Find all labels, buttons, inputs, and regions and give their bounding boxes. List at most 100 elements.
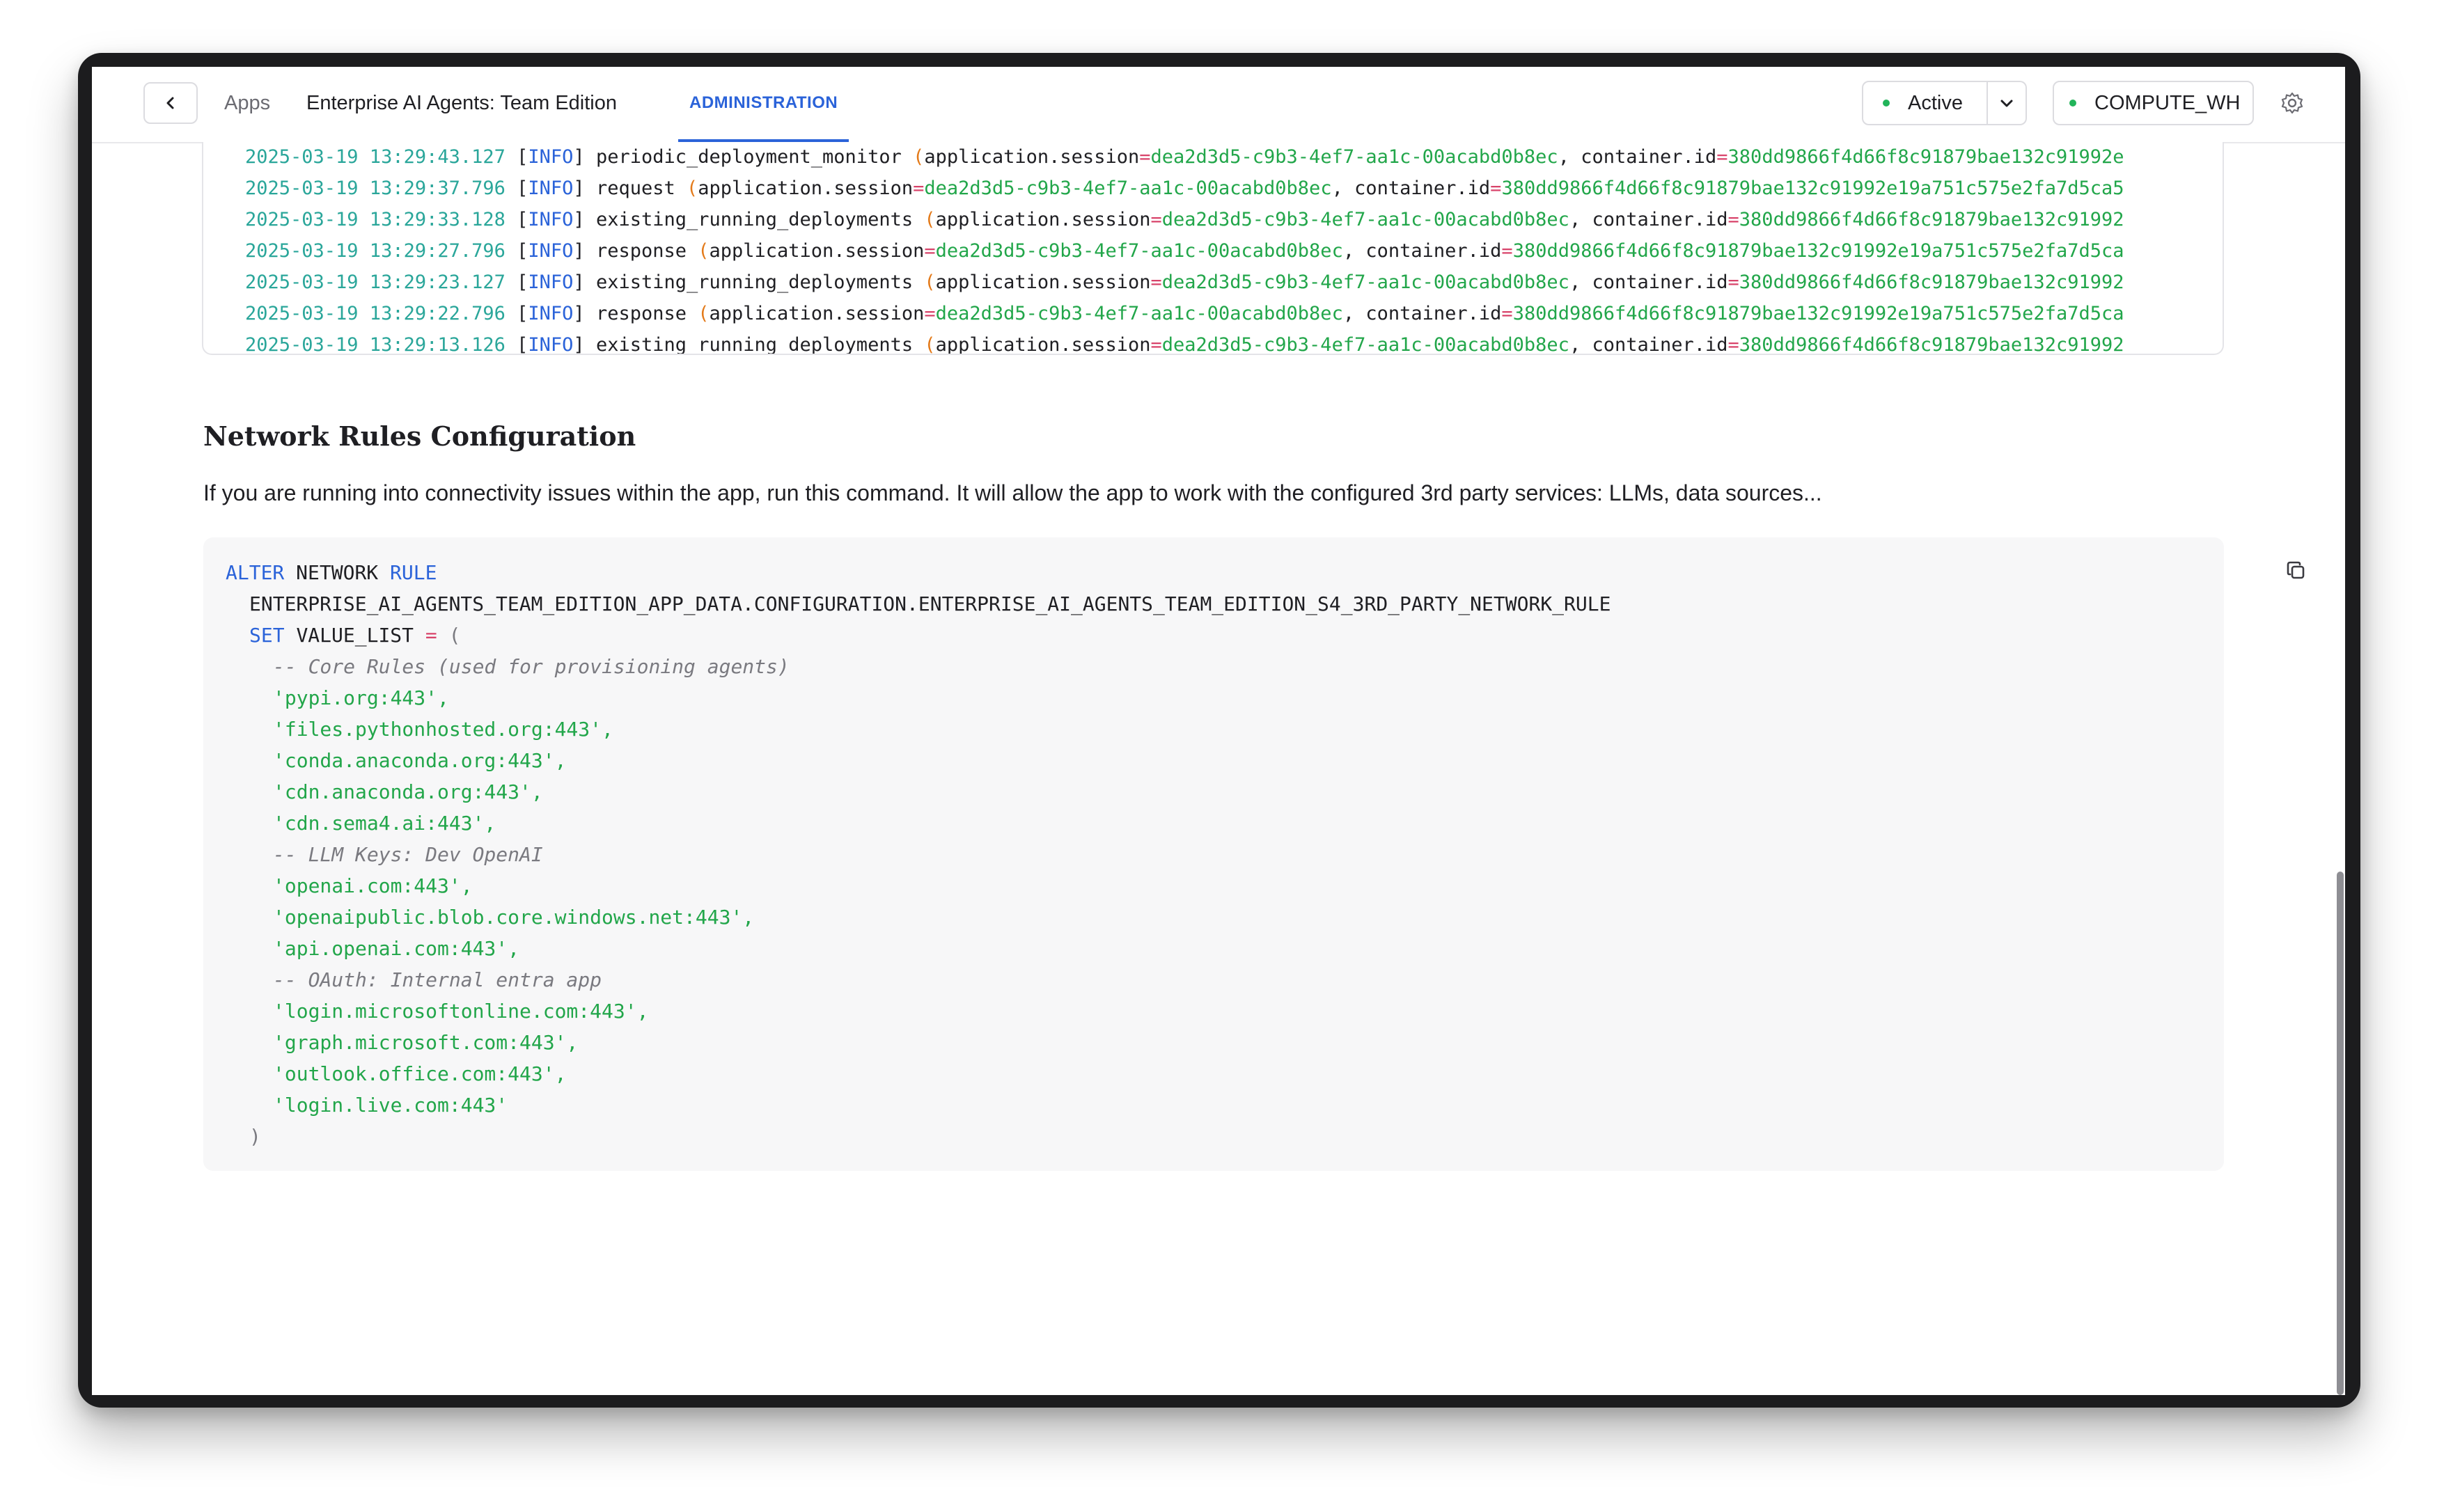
log-key: application.session: [710, 240, 925, 262]
log-session-id: dea2d3d5-c9b3-4ef7-aa1c-00acabd0b8ec: [936, 303, 1343, 324]
log-event: existing_running_deployments: [596, 209, 913, 230]
scrollbar-thumb[interactable]: [2337, 872, 2344, 1395]
log-panel[interactable]: 2025-03-19 13:29:43.127 [INFO] periodic_…: [202, 142, 2224, 355]
log-level: INFO: [528, 240, 573, 262]
log-container-id: 380dd9866f4d66f8c91879bae132c91992: [1739, 271, 2124, 293]
status-button[interactable]: Active: [1862, 81, 1988, 125]
log-line: 2025-03-19 13:29:23.127 [INFO] existing_…: [245, 267, 2124, 298]
log-punct: =: [1728, 271, 1739, 293]
log-event: existing_running_deployments: [596, 271, 913, 293]
log-punct: [: [506, 146, 528, 168]
log-level: INFO: [528, 271, 573, 293]
log-session-id: dea2d3d5-c9b3-4ef7-aa1c-00acabd0b8ec: [1162, 334, 1569, 355]
breadcrumb-apps[interactable]: Apps: [224, 92, 270, 115]
log-key: application.session: [710, 303, 925, 324]
log-event: response: [596, 240, 687, 262]
log-punct: ,: [1569, 271, 1592, 293]
warehouse-status-dot: [2069, 100, 2076, 107]
log-punct: [: [506, 271, 528, 293]
log-punct: (: [675, 178, 698, 199]
tab-administration[interactable]: ADMINISTRATION: [678, 67, 849, 142]
log-session-id: dea2d3d5-c9b3-4ef7-aa1c-00acabd0b8ec: [924, 178, 1331, 199]
rule-entry: 'pypi.org:443',: [273, 682, 449, 714]
comment-oauth: -- OAuth: Internal entra app: [273, 964, 602, 995]
status-dropdown-button[interactable]: [1988, 81, 2027, 125]
value-list-ident: VALUE_LIST: [296, 624, 414, 647]
log-punct: ,: [1343, 240, 1366, 262]
log-timestamp: 2025-03-19 13:29:27.796: [245, 240, 506, 262]
log-punct: =: [1150, 334, 1161, 355]
log-key: application.session: [936, 271, 1151, 293]
log-line: 2025-03-19 13:29:27.796 [INFO] response …: [245, 236, 2124, 267]
log-punct: =: [1150, 271, 1161, 293]
log-punct: ]: [573, 178, 596, 199]
log-level: INFO: [528, 209, 573, 230]
copy-icon[interactable]: [2284, 558, 2309, 583]
comment-llm-keys: -- LLM Keys: Dev OpenAI: [273, 839, 543, 870]
log-punct: ,: [1569, 334, 1592, 355]
log-session-id: dea2d3d5-c9b3-4ef7-aa1c-00acabd0b8ec: [1162, 209, 1569, 230]
log-key: container.id: [1354, 178, 1490, 199]
log-key: application.session: [936, 334, 1151, 355]
log-punct: =: [1150, 209, 1161, 230]
back-button[interactable]: [143, 82, 198, 124]
rule-entry: 'cdn.anaconda.org:443',: [273, 776, 543, 808]
log-punct: (: [913, 334, 936, 355]
rule-entry: 'openai.com:443',: [273, 870, 473, 901]
rule-entry: 'openaipublic.blob.core.windows.net:443'…: [273, 901, 754, 933]
keyword-alter: ALTER: [226, 561, 284, 584]
log-punct: ]: [573, 209, 596, 230]
log-punct: (: [687, 303, 710, 324]
log-key: application.session: [924, 146, 1139, 168]
log-punct: ]: [573, 334, 596, 355]
log-punct: ]: [573, 303, 596, 324]
log-container-id: 380dd9866f4d66f8c91879bae132c91992: [1739, 334, 2124, 355]
log-line: 2025-03-19 13:29:13.126 [INFO] existing_…: [245, 330, 2124, 355]
status-label: Active: [1908, 92, 1963, 115]
status-control: Active: [1862, 81, 2027, 125]
log-punct: ,: [1332, 178, 1355, 199]
section-description: If you are running into connectivity iss…: [203, 480, 1822, 506]
chevron-down-icon: [1999, 95, 2014, 111]
rule-entry: 'files.pythonhosted.org:443',: [273, 714, 613, 745]
log-timestamp: 2025-03-19 13:29:37.796: [245, 178, 506, 199]
keyword-set: SET: [249, 624, 285, 647]
log-session-id: dea2d3d5-c9b3-4ef7-aa1c-00acabd0b8ec: [936, 240, 1343, 262]
log-punct: [: [506, 334, 528, 355]
log-punct: [: [506, 209, 528, 230]
log-punct: [: [506, 240, 528, 262]
log-punct: ,: [1343, 303, 1366, 324]
open-paren: (: [449, 624, 461, 647]
log-punct: =: [1490, 178, 1501, 199]
log-container-id: 380dd9866f4d66f8c91879bae132c91992: [1739, 209, 2124, 230]
log-punct: =: [1501, 240, 1512, 262]
log-punct: =: [1728, 334, 1739, 355]
log-punct: =: [1501, 303, 1512, 324]
log-key: container.id: [1592, 334, 1727, 355]
rule-entry: 'conda.anaconda.org:443',: [273, 745, 566, 776]
log-line: 2025-03-19 13:29:22.796 [INFO] response …: [245, 299, 2124, 329]
log-key: application.session: [936, 209, 1151, 230]
comment-core-rules: -- Core Rules (used for provisioning age…: [273, 651, 790, 682]
log-event: existing_running_deployments: [596, 334, 913, 355]
rule-entry: 'cdn.sema4.ai:443',: [273, 808, 496, 839]
gear-icon[interactable]: [2280, 90, 2305, 116]
log-level: INFO: [528, 146, 573, 168]
log-event: response: [596, 303, 687, 324]
log-level: INFO: [528, 178, 573, 199]
rule-entry: 'graph.microsoft.com:443',: [273, 1027, 578, 1058]
log-punct: =: [1728, 209, 1739, 230]
warehouse-label: COMPUTE_WH: [2094, 92, 2240, 115]
log-punct: ]: [573, 146, 596, 168]
rule-entry: 'login.microsoftonline.com:443',: [273, 995, 648, 1027]
close-paren: ): [249, 1121, 261, 1152]
log-punct: (: [902, 146, 925, 168]
log-punct: ]: [573, 271, 596, 293]
log-container-id: 380dd9866f4d66f8c91879bae132c91992e: [1728, 146, 2124, 168]
log-punct: ]: [573, 240, 596, 262]
warehouse-button[interactable]: COMPUTE_WH: [2053, 81, 2254, 125]
log-punct: =: [1139, 146, 1150, 168]
rule-entry: 'outlook.office.com:443',: [273, 1058, 566, 1089]
log-timestamp: 2025-03-19 13:29:33.128: [245, 209, 506, 230]
log-timestamp: 2025-03-19 13:29:23.127: [245, 271, 506, 293]
